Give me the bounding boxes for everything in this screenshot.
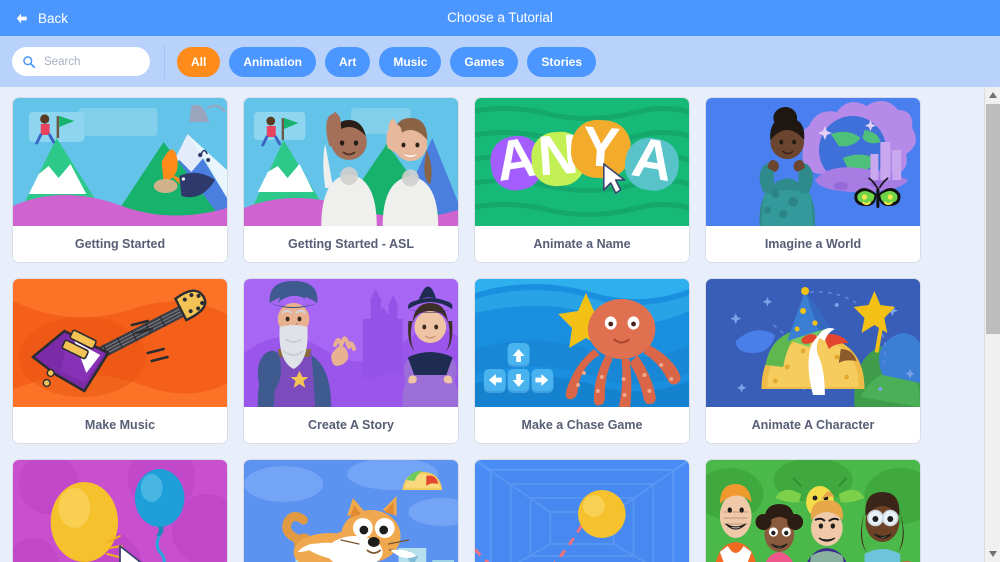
tutorial-card-label: Make Music	[13, 407, 227, 443]
filter-pill-label: Art	[339, 54, 357, 69]
tutorial-card-label: Make a Chase Game	[475, 407, 689, 443]
world-presenter-thumb	[706, 98, 920, 226]
scroll-thumb[interactable]	[986, 104, 1000, 334]
filter-bar: All Animation Art Music Games Stories	[0, 36, 1000, 87]
tutorial-grid-container: Getting Started Getting Started - ASL A …	[0, 87, 1000, 562]
filter-pill-label: All	[191, 54, 207, 69]
svg-text:Y: Y	[580, 115, 621, 180]
bouncing-ball-thumb	[475, 460, 689, 562]
balloons-thumb	[13, 460, 227, 562]
taco-wand-thumb	[706, 279, 920, 407]
tutorial-card-label: Getting Started - ASL	[244, 226, 458, 262]
scroll-down-icon[interactable]	[985, 546, 1000, 562]
tutorial-card[interactable]	[243, 459, 459, 562]
arrow-left-icon	[14, 11, 29, 26]
tutorial-card-label: Create A Story	[244, 407, 458, 443]
tutorial-card[interactable]: Make a Chase Game	[474, 278, 690, 444]
filter-pill-label: Stories	[541, 54, 583, 69]
back-button[interactable]: Back	[0, 0, 82, 36]
page-title: Choose a Tutorial	[447, 10, 553, 25]
wizards-thumb	[244, 279, 458, 407]
filter-pill-label: Animation	[243, 54, 303, 69]
vertical-scrollbar[interactable]	[984, 87, 1000, 562]
tutorial-card-label: Getting Started	[13, 226, 227, 262]
filter-pill-stories[interactable]: Stories	[527, 46, 597, 77]
tutorial-card[interactable]: Animate A Character	[705, 278, 921, 444]
flying-cat-thumb	[244, 460, 458, 562]
scroll-up-icon[interactable]	[985, 87, 1000, 103]
back-button-label: Back	[38, 10, 69, 26]
anya-letters-thumb: A N Y A	[475, 98, 689, 226]
octopus-arrowkeys-thumb	[475, 279, 689, 407]
tutorial-card[interactable]: Getting Started - ASL	[243, 97, 459, 263]
search-icon	[22, 55, 36, 69]
filter-pill-animation[interactable]: Animation	[229, 46, 317, 77]
search-box[interactable]	[12, 47, 150, 76]
filter-pill-art[interactable]: Art	[325, 46, 371, 77]
mountain-scene-thumb	[13, 98, 227, 226]
tutorial-card[interactable]: A N Y A Animate a Name	[474, 97, 690, 263]
category-filters: All Animation Art Music Games Stories	[177, 46, 597, 77]
tutorial-card[interactable]: Imagine a World	[705, 97, 921, 263]
tutorial-card-label: Imagine a World	[706, 226, 920, 262]
app-header: Back Choose a Tutorial	[0, 0, 1000, 36]
filter-pill-games[interactable]: Games	[450, 46, 519, 77]
tutorial-card[interactable]	[474, 459, 690, 562]
tutorial-card[interactable]: Make Music	[12, 278, 228, 444]
filter-pill-all[interactable]: All	[177, 46, 221, 77]
characters-group-thumb	[706, 460, 920, 562]
tutorial-card[interactable]: Create A Story	[243, 278, 459, 444]
guitar-thumb	[13, 279, 227, 407]
tutorial-card[interactable]	[705, 459, 921, 562]
tutorial-card-label: Animate a Name	[475, 226, 689, 262]
asl-presenters-thumb	[244, 98, 458, 226]
filter-pill-music[interactable]: Music	[379, 46, 442, 77]
filter-pill-label: Games	[464, 54, 505, 69]
search-input[interactable]	[44, 55, 140, 68]
tutorial-grid: Getting Started Getting Started - ASL A …	[0, 87, 972, 562]
tutorial-card[interactable]: Getting Started	[12, 97, 228, 263]
filter-pill-label: Music	[393, 54, 428, 69]
tutorial-card[interactable]	[12, 459, 228, 562]
tutorial-card-label: Animate A Character	[706, 407, 920, 443]
filter-divider	[164, 44, 165, 79]
